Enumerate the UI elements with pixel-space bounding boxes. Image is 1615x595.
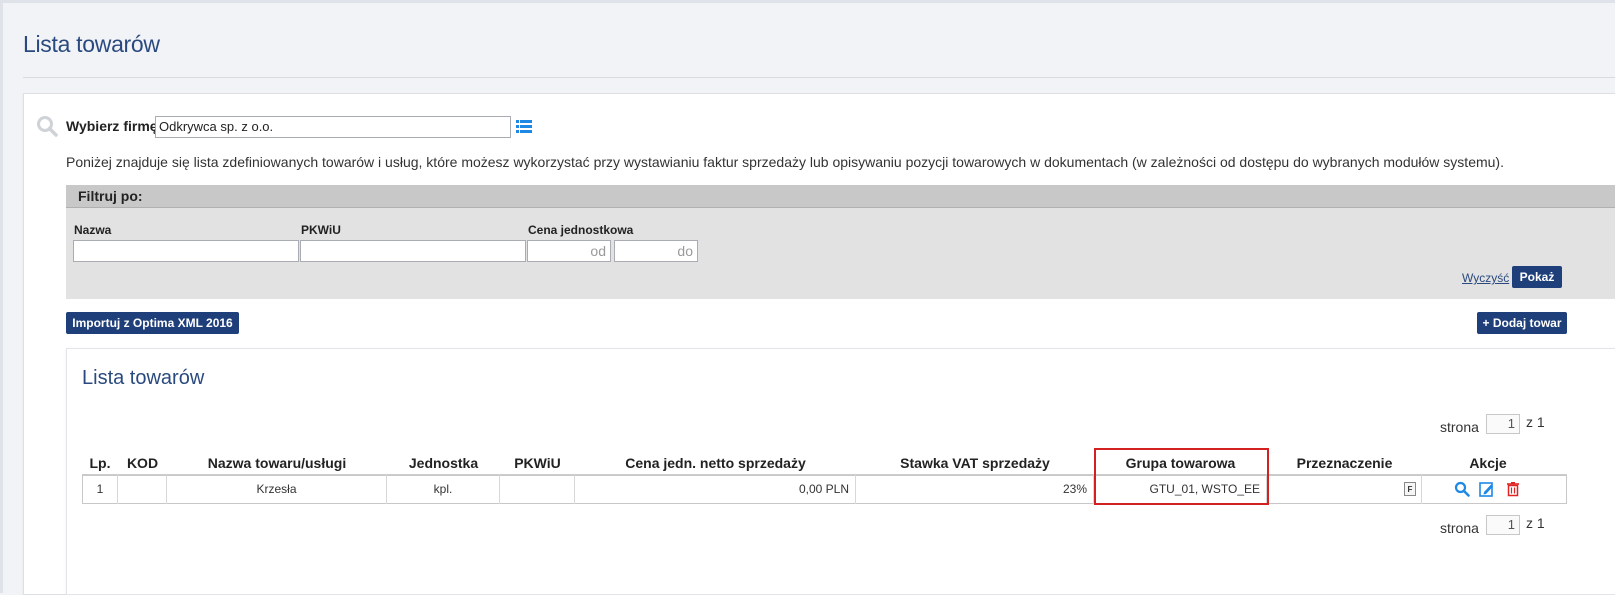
filter-price-label: Cena jednostkowa: [528, 223, 634, 237]
left-border: [0, 0, 3, 593]
trash-icon[interactable]: [1505, 481, 1521, 497]
description-text: Poniżej znajduje się lista zdefiniowanyc…: [66, 154, 1504, 170]
page-total: z 1: [1526, 414, 1545, 430]
product-list-card: [66, 348, 1615, 595]
col-name: Nazwa towaru/usługi: [207, 455, 347, 471]
add-product-button[interactable]: + Dodaj towar: [1477, 312, 1567, 334]
col-price: Cena jedn. netto sprzedaży: [625, 455, 806, 471]
cell-vat: 23%: [856, 475, 1094, 504]
list-icon[interactable]: [516, 120, 532, 134]
cell-kod: [118, 475, 167, 504]
col-actions: Akcje: [1469, 455, 1507, 471]
cell-unit: kpl.: [387, 475, 500, 504]
group-column-highlight: [1094, 448, 1269, 505]
pager-label: strona: [1440, 419, 1479, 435]
clear-link[interactable]: Wyczyść: [1462, 271, 1509, 285]
filter-pkwiu-label: PKWiU: [301, 223, 341, 237]
col-unit: Jednostka: [408, 455, 479, 471]
show-button[interactable]: Pokaż: [1512, 266, 1562, 288]
col-lp: Lp.: [89, 455, 111, 471]
filter-name-input[interactable]: [73, 240, 299, 262]
col-kod: KOD: [126, 455, 159, 471]
cell-price: 0,00 PLN: [575, 475, 856, 504]
page-number-input[interactable]: 1: [1486, 515, 1520, 535]
search-icon: [37, 116, 58, 137]
filter-price-to-input[interactable]: do: [614, 240, 698, 262]
cell-lp: 1: [82, 475, 118, 504]
pager-label: strona: [1440, 520, 1479, 536]
top-border: [0, 0, 1615, 3]
page-title: Lista towarów: [23, 31, 160, 57]
cell-name: Krzesła: [167, 475, 387, 504]
import-button[interactable]: Importuj z Optima XML 2016: [66, 312, 239, 334]
page-number-input[interactable]: 1: [1486, 414, 1520, 434]
filter-header: Filtruj po:: [66, 185, 1615, 208]
cell-purpose: [1267, 475, 1422, 504]
col-purpose: Przeznaczenie: [1296, 455, 1393, 471]
cell-pkwiu: [500, 475, 575, 504]
filter-price-from-input[interactable]: od: [527, 240, 611, 262]
company-label: Wybierz firmę: [66, 118, 158, 134]
purpose-badge: F: [1404, 482, 1416, 496]
filter-pkwiu-input[interactable]: [300, 240, 526, 262]
magnifier-icon[interactable]: [1454, 481, 1470, 497]
col-vat: Stawka VAT sprzedaży: [900, 455, 1050, 471]
col-pkwiu: PKWiU: [514, 455, 561, 471]
company-input[interactable]: Odkrywca sp. z o.o.: [155, 116, 511, 138]
edit-icon[interactable]: [1479, 481, 1495, 497]
title-divider: [23, 77, 1615, 78]
filter-panel: Filtruj po: Nazwa PKWiU Cena jednostkowa…: [66, 185, 1615, 299]
filter-title: Filtruj po:: [78, 188, 143, 204]
filter-name-label: Nazwa: [74, 223, 112, 237]
list-title: Lista towarów: [82, 367, 205, 389]
page-total: z 1: [1526, 515, 1545, 531]
